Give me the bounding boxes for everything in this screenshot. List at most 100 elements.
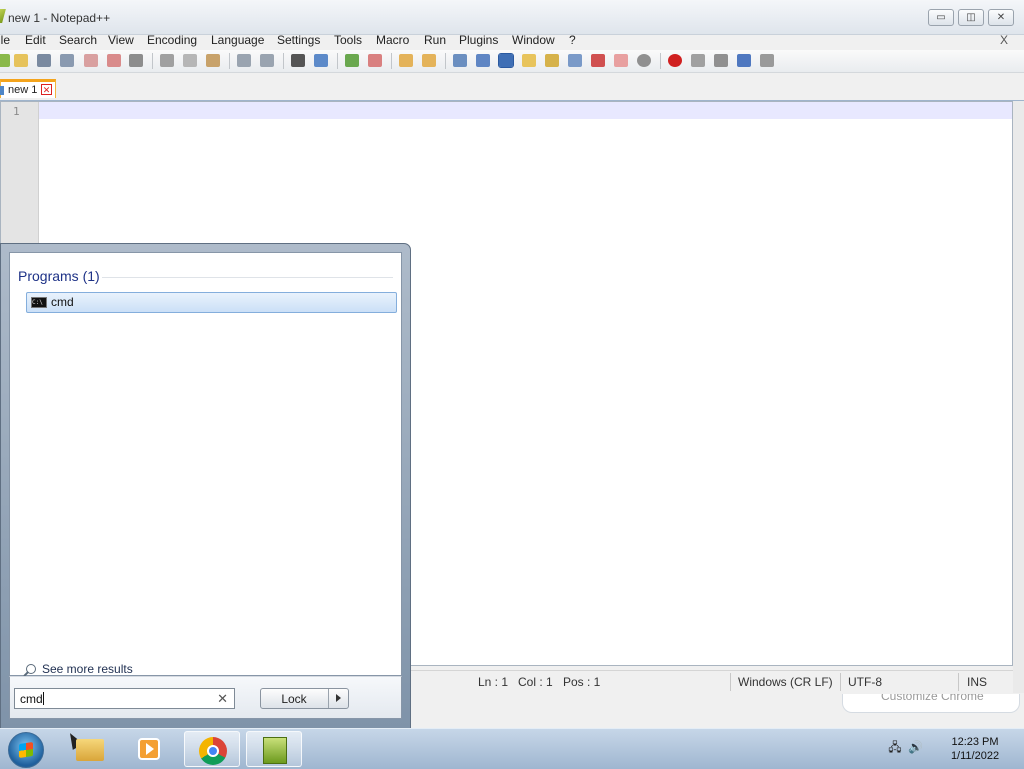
menu-settings[interactable]: Settings [277,33,320,47]
menu-edit[interactable]: Edit [25,33,46,47]
clear-search-icon[interactable]: ✕ [217,691,228,707]
taskbar-notepad-plus-plus[interactable] [246,731,302,767]
save-icon[interactable] [37,54,51,67]
indent-guide-icon[interactable] [498,53,514,68]
power-options-arrow-icon[interactable] [336,694,341,702]
text-caret [42,692,44,705]
status-encoding: UTF-8 [848,675,882,689]
restore-button[interactable]: ◫ [958,9,984,26]
folder-as-workspace-icon[interactable] [568,54,582,67]
folder-icon [76,739,104,761]
menu-encoding[interactable]: Encoding [147,33,197,47]
zoom-in-icon[interactable] [345,54,359,67]
results-divider [102,277,393,278]
taskbar-chrome[interactable] [184,731,240,767]
clock[interactable]: 12:23 PM 1/11/2022 [935,735,1015,763]
menu-file[interactable]: ile [0,33,10,47]
menu-help[interactable]: ? [569,33,576,47]
menu-tools[interactable]: Tools [334,33,362,47]
toolbar-separator [337,53,338,69]
taskbar-media-player[interactable] [122,731,178,767]
replace-icon[interactable] [314,54,328,67]
record-macro-icon[interactable] [668,54,682,67]
toolbar-separator [660,53,661,69]
menu-window[interactable]: Window [512,33,555,47]
new-file-icon[interactable] [0,54,10,67]
menu-view[interactable]: View [108,33,134,47]
sync-vertical-icon[interactable] [399,54,413,67]
run-macro-multiple-icon[interactable] [737,54,751,67]
lock-button-label: Lock [281,692,307,706]
toolbar-separator [229,53,230,69]
result-item-cmd[interactable]: C:\ cmd [26,292,397,313]
clock-date: 1/11/2022 [950,750,1000,762]
close-all-icon[interactable] [107,54,121,67]
sync-horizontal-icon[interactable] [422,54,436,67]
clipboard-history-icon[interactable] [614,54,628,67]
find-icon[interactable] [291,54,305,67]
menu-search[interactable]: Search [59,33,97,47]
function-list-icon[interactable] [545,54,559,67]
paste-icon[interactable] [206,54,220,67]
minimize-button[interactable]: ▭ [928,9,954,26]
search-results-pane: Programs (1) C:\ cmd See more results [9,252,402,676]
menu-macro[interactable]: Macro [376,33,409,47]
word-wrap-icon[interactable] [453,54,467,67]
toolbar [0,50,1024,73]
show-all-characters-icon[interactable] [476,54,490,67]
see-more-label: See more results [42,662,133,676]
open-file-icon[interactable] [14,54,28,67]
start-button[interactable] [8,732,44,768]
vertical-scrollbar[interactable] [1013,101,1024,693]
document-icon [0,86,4,95]
cut-icon[interactable] [160,54,174,67]
windows-logo-icon [19,742,33,758]
search-value: cmd [20,692,43,706]
undo-icon[interactable] [237,54,251,67]
window-title: new 1 - Notepad++ [8,11,111,25]
notification-text: Customize Chrome [881,694,984,703]
close-window-button[interactable]: ✕ [988,9,1014,26]
print-icon[interactable] [129,54,143,67]
status-eol: Windows (CR LF) [738,675,833,689]
status-separator [958,673,959,691]
menu-run[interactable]: Run [424,33,446,47]
save-all-icon[interactable] [60,54,74,67]
taskbar: 🖧 🔊 12:23 PM 1/11/2022 [0,728,1024,769]
start-menu: Programs (1) C:\ cmd See more results cm… [0,243,411,729]
results-heading: Programs (1) [18,268,100,284]
play-macro-icon[interactable] [714,54,728,67]
stop-macro-icon[interactable] [691,54,705,67]
see-more-results-link[interactable]: See more results [26,662,133,676]
title-bar[interactable]: new 1 - Notepad++ ▭ ◫ ✕ [0,0,1024,35]
toolbar-separator [152,53,153,69]
tab-new-1[interactable]: new 1 ✕ [0,79,56,98]
document-map-icon[interactable] [522,54,536,67]
tab-bar: new 1 ✕ [0,78,1024,101]
monitoring-icon[interactable] [591,54,605,67]
copy-icon[interactable] [183,54,197,67]
taskbar-windows-explorer[interactable] [62,731,118,767]
preview-icon[interactable] [637,54,651,67]
menu-language[interactable]: Language [211,33,264,47]
toolbar-separator [391,53,392,69]
save-macro-icon[interactable] [760,54,774,67]
start-search-input[interactable]: cmd ✕ [14,688,235,709]
search-input-text: cmd [20,692,44,706]
current-line-highlight [39,102,1012,119]
zoom-out-icon[interactable] [368,54,382,67]
lock-button[interactable]: Lock [260,688,349,709]
notepad-plus-plus-icon [263,737,287,764]
close-file-icon[interactable] [84,54,98,67]
toolbar-separator [445,53,446,69]
chrome-icon [199,737,227,765]
status-separator [840,673,841,691]
result-label: cmd [51,295,74,309]
chrome-notification[interactable]: Customize Chrome [842,694,1020,713]
redo-icon[interactable] [260,54,274,67]
volume-icon[interactable]: 🔊 [908,740,923,754]
network-icon[interactable]: 🖧 [888,740,902,754]
tab-close-icon[interactable]: ✕ [41,84,52,95]
close-document-x[interactable]: X [1000,33,1008,47]
menu-plugins[interactable]: Plugins [459,33,498,47]
